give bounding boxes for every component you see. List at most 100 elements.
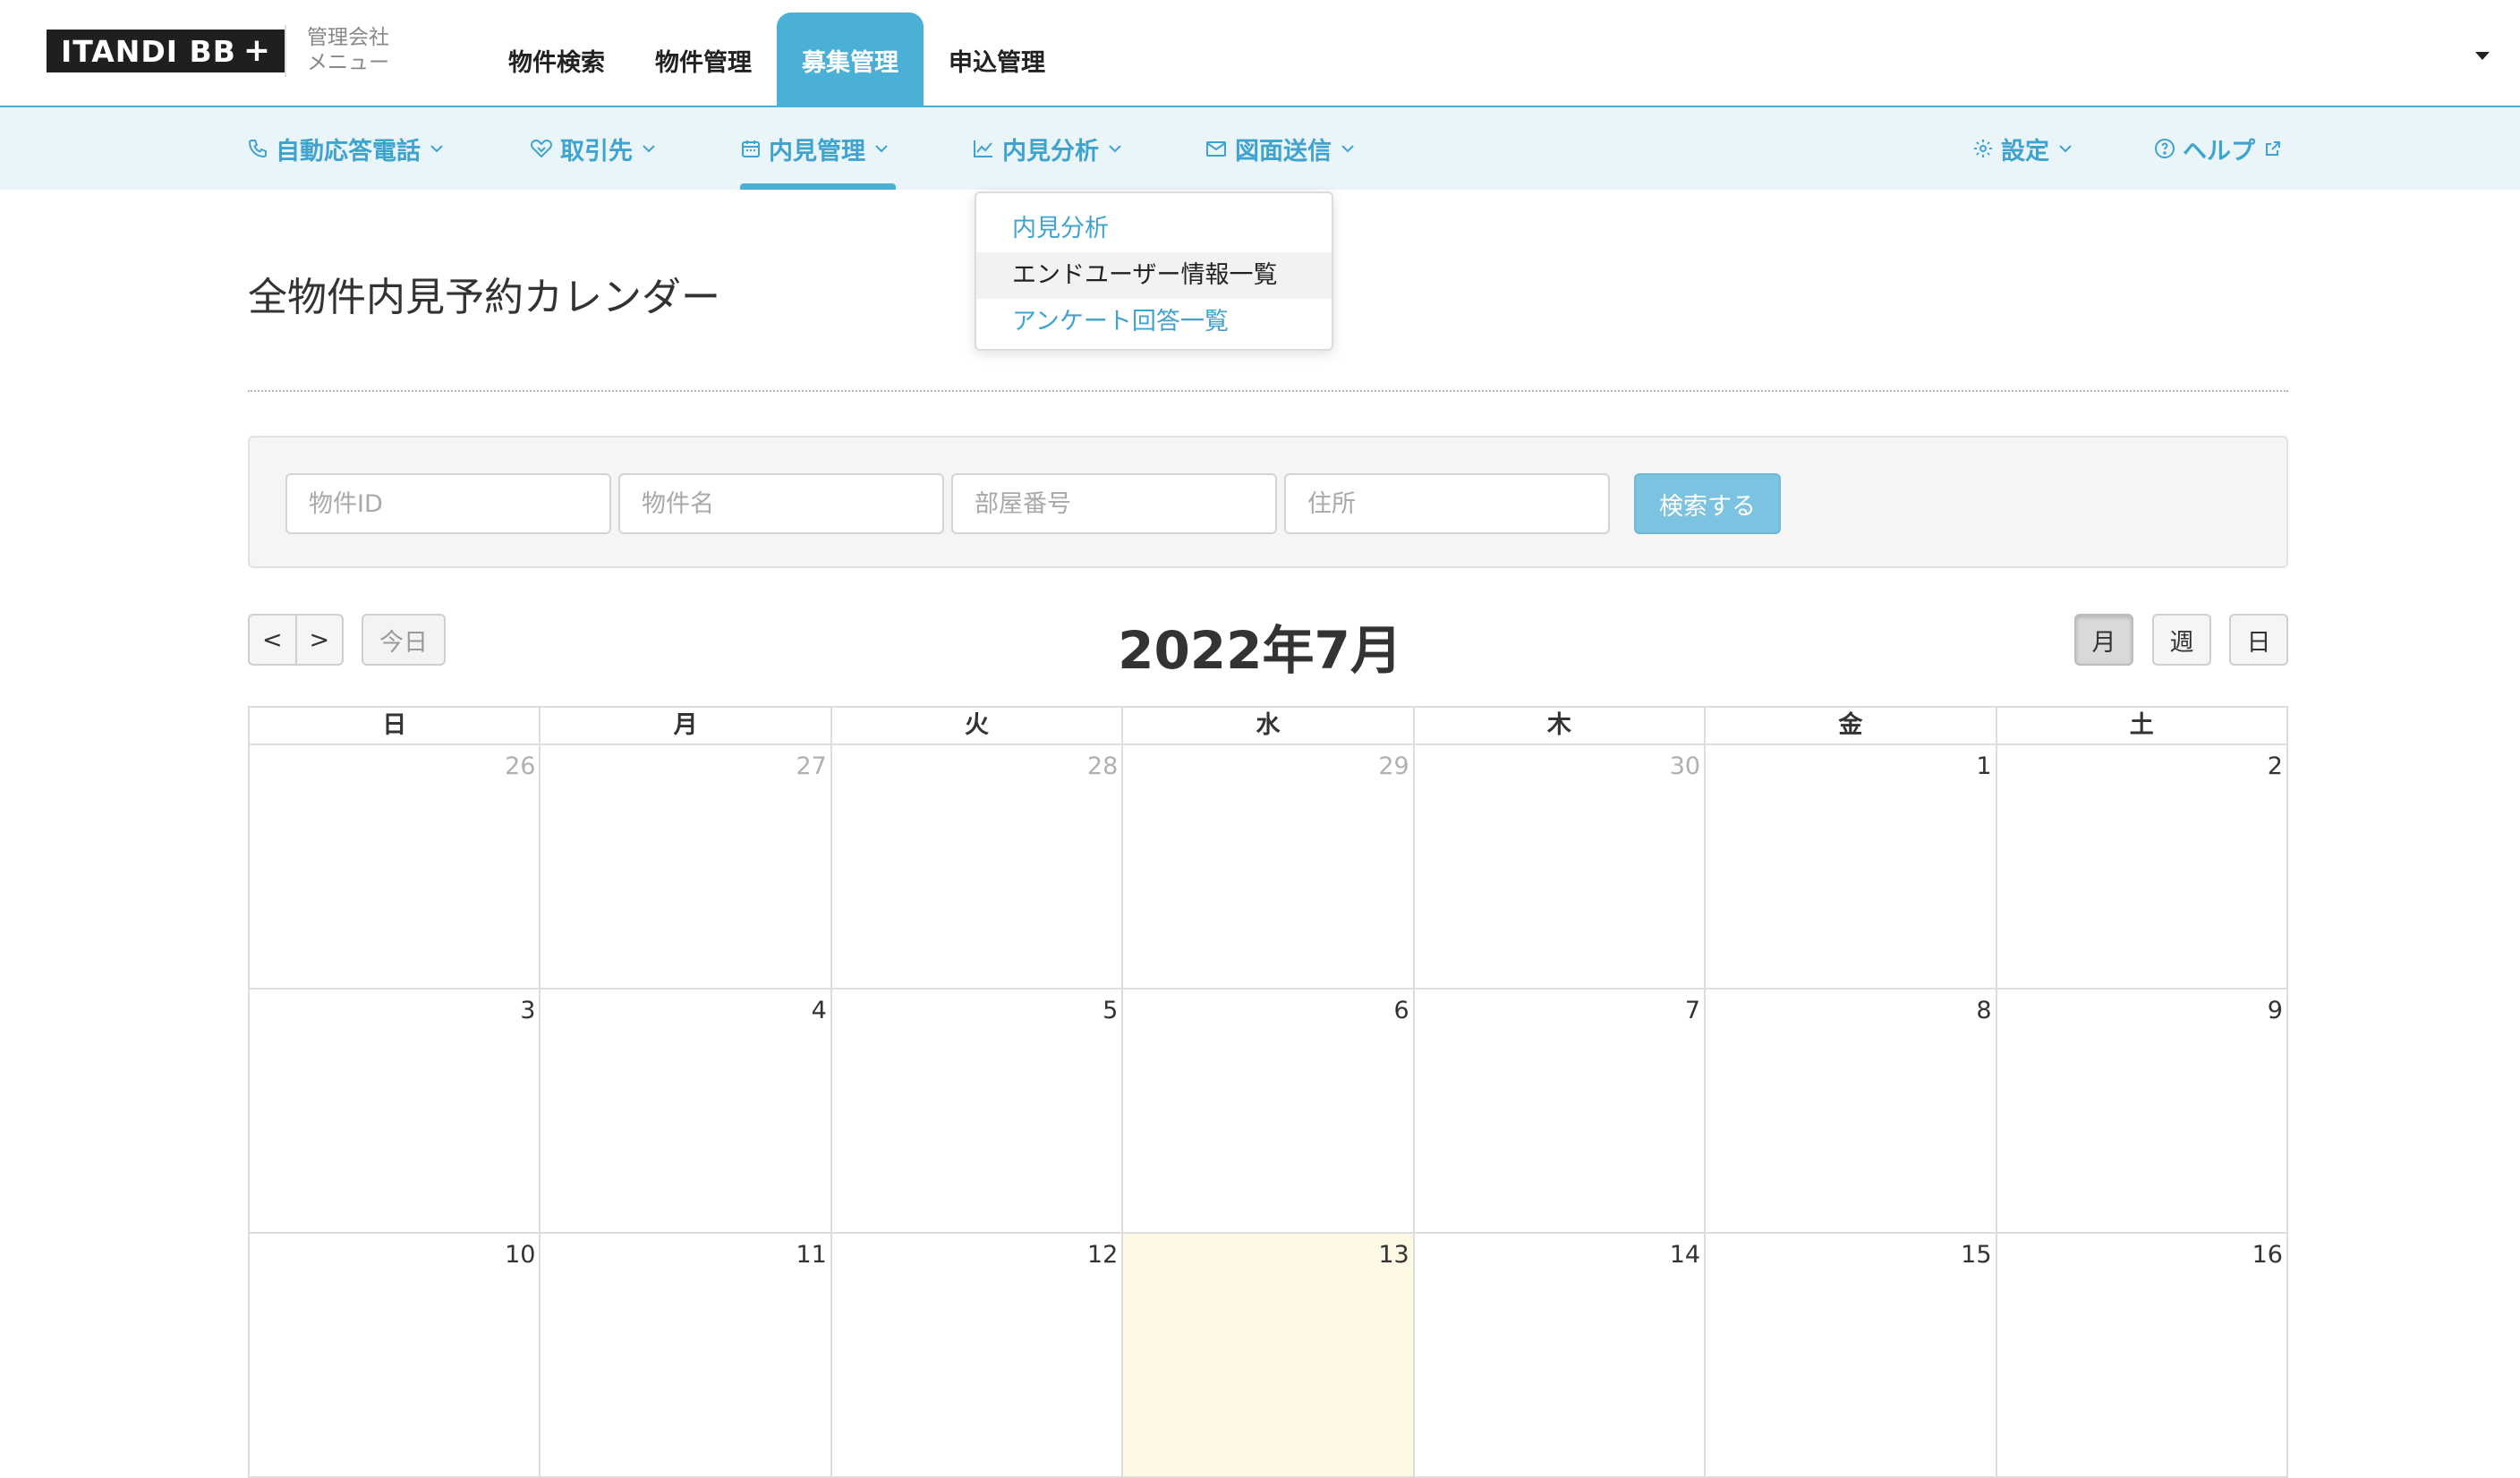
subnav-settings[interactable]: 設定 (1972, 107, 2080, 190)
calendar-day-cell-today[interactable]: 13 (1123, 1234, 1415, 1478)
dropdown-item-viewing-analysis[interactable]: 内見分析 (976, 206, 1332, 252)
calendar-week: 3 4 5 6 7 8 9 (250, 990, 2288, 1234)
day-number: 14 (1669, 1241, 1701, 1269)
calendar-day-cell[interactable]: 15 (1706, 1234, 1997, 1478)
weekday-tuesday: 火 (831, 708, 1124, 745)
calendar-day-cell[interactable]: 1 (1706, 745, 1997, 990)
day-number: 11 (796, 1241, 827, 1269)
calendar-title: 2022年7月 (1118, 620, 1402, 681)
subnav-help[interactable]: ヘルプ (2154, 107, 2289, 190)
gear-icon (1974, 140, 1992, 157)
subnav-auto-answer-phone[interactable]: 自動応答電話 (247, 107, 451, 190)
day-number: 7 (1684, 997, 1701, 1024)
day-number: 13 (1378, 1241, 1409, 1269)
calendar-icon (742, 140, 760, 157)
dropdown-item-end-user-list[interactable]: エンドユーザー情報一覧 (976, 252, 1332, 299)
weekday-wednesday: 水 (1123, 708, 1415, 745)
itandi-bb-logo[interactable]: ITANDI BB + (47, 30, 286, 72)
external-link-icon (2266, 141, 2280, 156)
day-number: 16 (2252, 1241, 2283, 1269)
view-day-button[interactable]: 日 (2229, 614, 2288, 666)
user-menu-caret-icon[interactable] (2475, 52, 2490, 60)
weekday-sunday: 日 (250, 708, 541, 745)
day-number: 9 (2267, 997, 2283, 1024)
weekday-thursday: 木 (1414, 708, 1707, 745)
subnav-label: 内見管理 (769, 137, 865, 166)
day-number: 26 (505, 752, 536, 780)
calendar-day-cell[interactable]: 27 (541, 745, 832, 990)
tab-property-management[interactable]: 物件管理 (630, 13, 777, 107)
property-id-input[interactable] (285, 473, 611, 534)
line-chart-icon (974, 140, 992, 157)
subnav-label: 取引先 (560, 137, 633, 166)
calendar-day-cell[interactable]: 9 (1996, 990, 2288, 1234)
subnav-label: ヘルプ (2183, 137, 2255, 166)
subnav-viewing-management[interactable]: 内見管理 (740, 107, 896, 190)
calendar-week: 26 27 28 29 30 1 2 (250, 745, 2288, 990)
chevron-down-icon (2059, 145, 2072, 153)
subnav-business-partners[interactable]: 取引先 (530, 107, 663, 190)
day-number: 1 (1976, 752, 1992, 780)
logo-divider (285, 25, 286, 77)
calendar-day-cell[interactable]: 8 (1706, 990, 1997, 1234)
calendar-day-cell[interactable]: 26 (250, 745, 541, 990)
calendar-day-cell[interactable]: 2 (1996, 745, 2288, 990)
subnav-label: 自動応答電話 (276, 137, 421, 166)
calendar-day-cell[interactable]: 14 (1414, 1234, 1707, 1478)
company-menu-line2: メニュー (307, 51, 389, 74)
calendar-day-cell[interactable]: 10 (250, 1234, 541, 1478)
weekday-header: 日 月 火 水 木 金 土 (250, 708, 2288, 745)
handshake-icon (531, 140, 552, 158)
phone-icon (248, 140, 267, 158)
address-input[interactable] (1284, 473, 1610, 534)
tab-application-management[interactable]: 申込管理 (924, 13, 1070, 107)
calendar-day-cell[interactable]: 30 (1414, 745, 1707, 990)
day-number: 15 (1961, 1241, 1992, 1269)
calendar-day-cell[interactable]: 29 (1123, 745, 1415, 990)
sub-nav: 自動応答電話 取引先 内見管理 内見分析 図面送信 設定 ヘルプ (0, 107, 2520, 190)
subnav-viewing-analysis[interactable]: 内見分析 (972, 107, 1129, 190)
subnav-label: 設定 (2001, 137, 2049, 166)
chevron-down-icon (430, 145, 443, 153)
search-button[interactable]: 検索する (1634, 473, 1781, 534)
subnav-label: 図面送信 (1235, 137, 1332, 166)
chevron-down-icon (1109, 145, 1121, 153)
room-number-input[interactable] (951, 473, 1277, 534)
month-calendar: 日 月 火 水 木 金 土 26 27 28 29 30 1 2 3 4 5 6… (248, 706, 2288, 1478)
tab-property-search[interactable]: 物件検索 (483, 13, 630, 107)
tab-recruitment-management[interactable]: 募集管理 (777, 13, 924, 107)
day-number: 12 (1086, 1241, 1119, 1269)
day-number: 30 (1669, 752, 1701, 780)
day-number: 2 (2267, 752, 2283, 780)
view-month-button[interactable]: 月 (2074, 614, 2133, 666)
calendar-day-cell[interactable]: 4 (541, 990, 832, 1234)
company-menu-label[interactable]: 管理会社 メニュー (307, 25, 389, 75)
view-week-button[interactable]: 週 (2152, 614, 2211, 666)
calendar-day-cell[interactable]: 7 (1414, 990, 1707, 1234)
title-divider (248, 390, 2288, 392)
calendar-day-cell[interactable]: 11 (541, 1234, 832, 1478)
logo-text: ITANDI BB (61, 33, 236, 69)
day-number: 28 (1086, 752, 1119, 780)
calendar-week: 10 11 12 13 14 15 16 (250, 1234, 2288, 1478)
calendar-day-cell[interactable]: 6 (1123, 990, 1415, 1234)
logo-plus-icon: + (243, 32, 272, 69)
chevron-down-icon (875, 145, 888, 153)
company-menu-line1: 管理会社 (307, 26, 389, 49)
subnav-label: 内見分析 (1002, 137, 1099, 166)
calendar-day-cell[interactable]: 3 (250, 990, 541, 1234)
day-number: 8 (1976, 997, 1992, 1024)
day-number: 3 (520, 997, 536, 1024)
calendar-day-cell[interactable]: 5 (831, 990, 1124, 1234)
calendar-day-cell[interactable]: 12 (831, 1234, 1124, 1478)
page-title: 全物件内見予約カレンダー (248, 275, 720, 320)
question-circle-icon (2155, 139, 2175, 158)
property-name-input[interactable] (618, 473, 944, 534)
day-number: 6 (1393, 997, 1409, 1024)
chevron-down-icon (643, 145, 655, 153)
dropdown-item-survey-answers[interactable]: アンケート回答一覧 (976, 299, 1332, 345)
subnav-floorplan-send[interactable]: 図面送信 (1205, 107, 1362, 190)
calendar-day-cell[interactable]: 28 (831, 745, 1124, 990)
calendar-day-cell[interactable]: 16 (1996, 1234, 2288, 1478)
chevron-down-icon (1341, 145, 1354, 153)
